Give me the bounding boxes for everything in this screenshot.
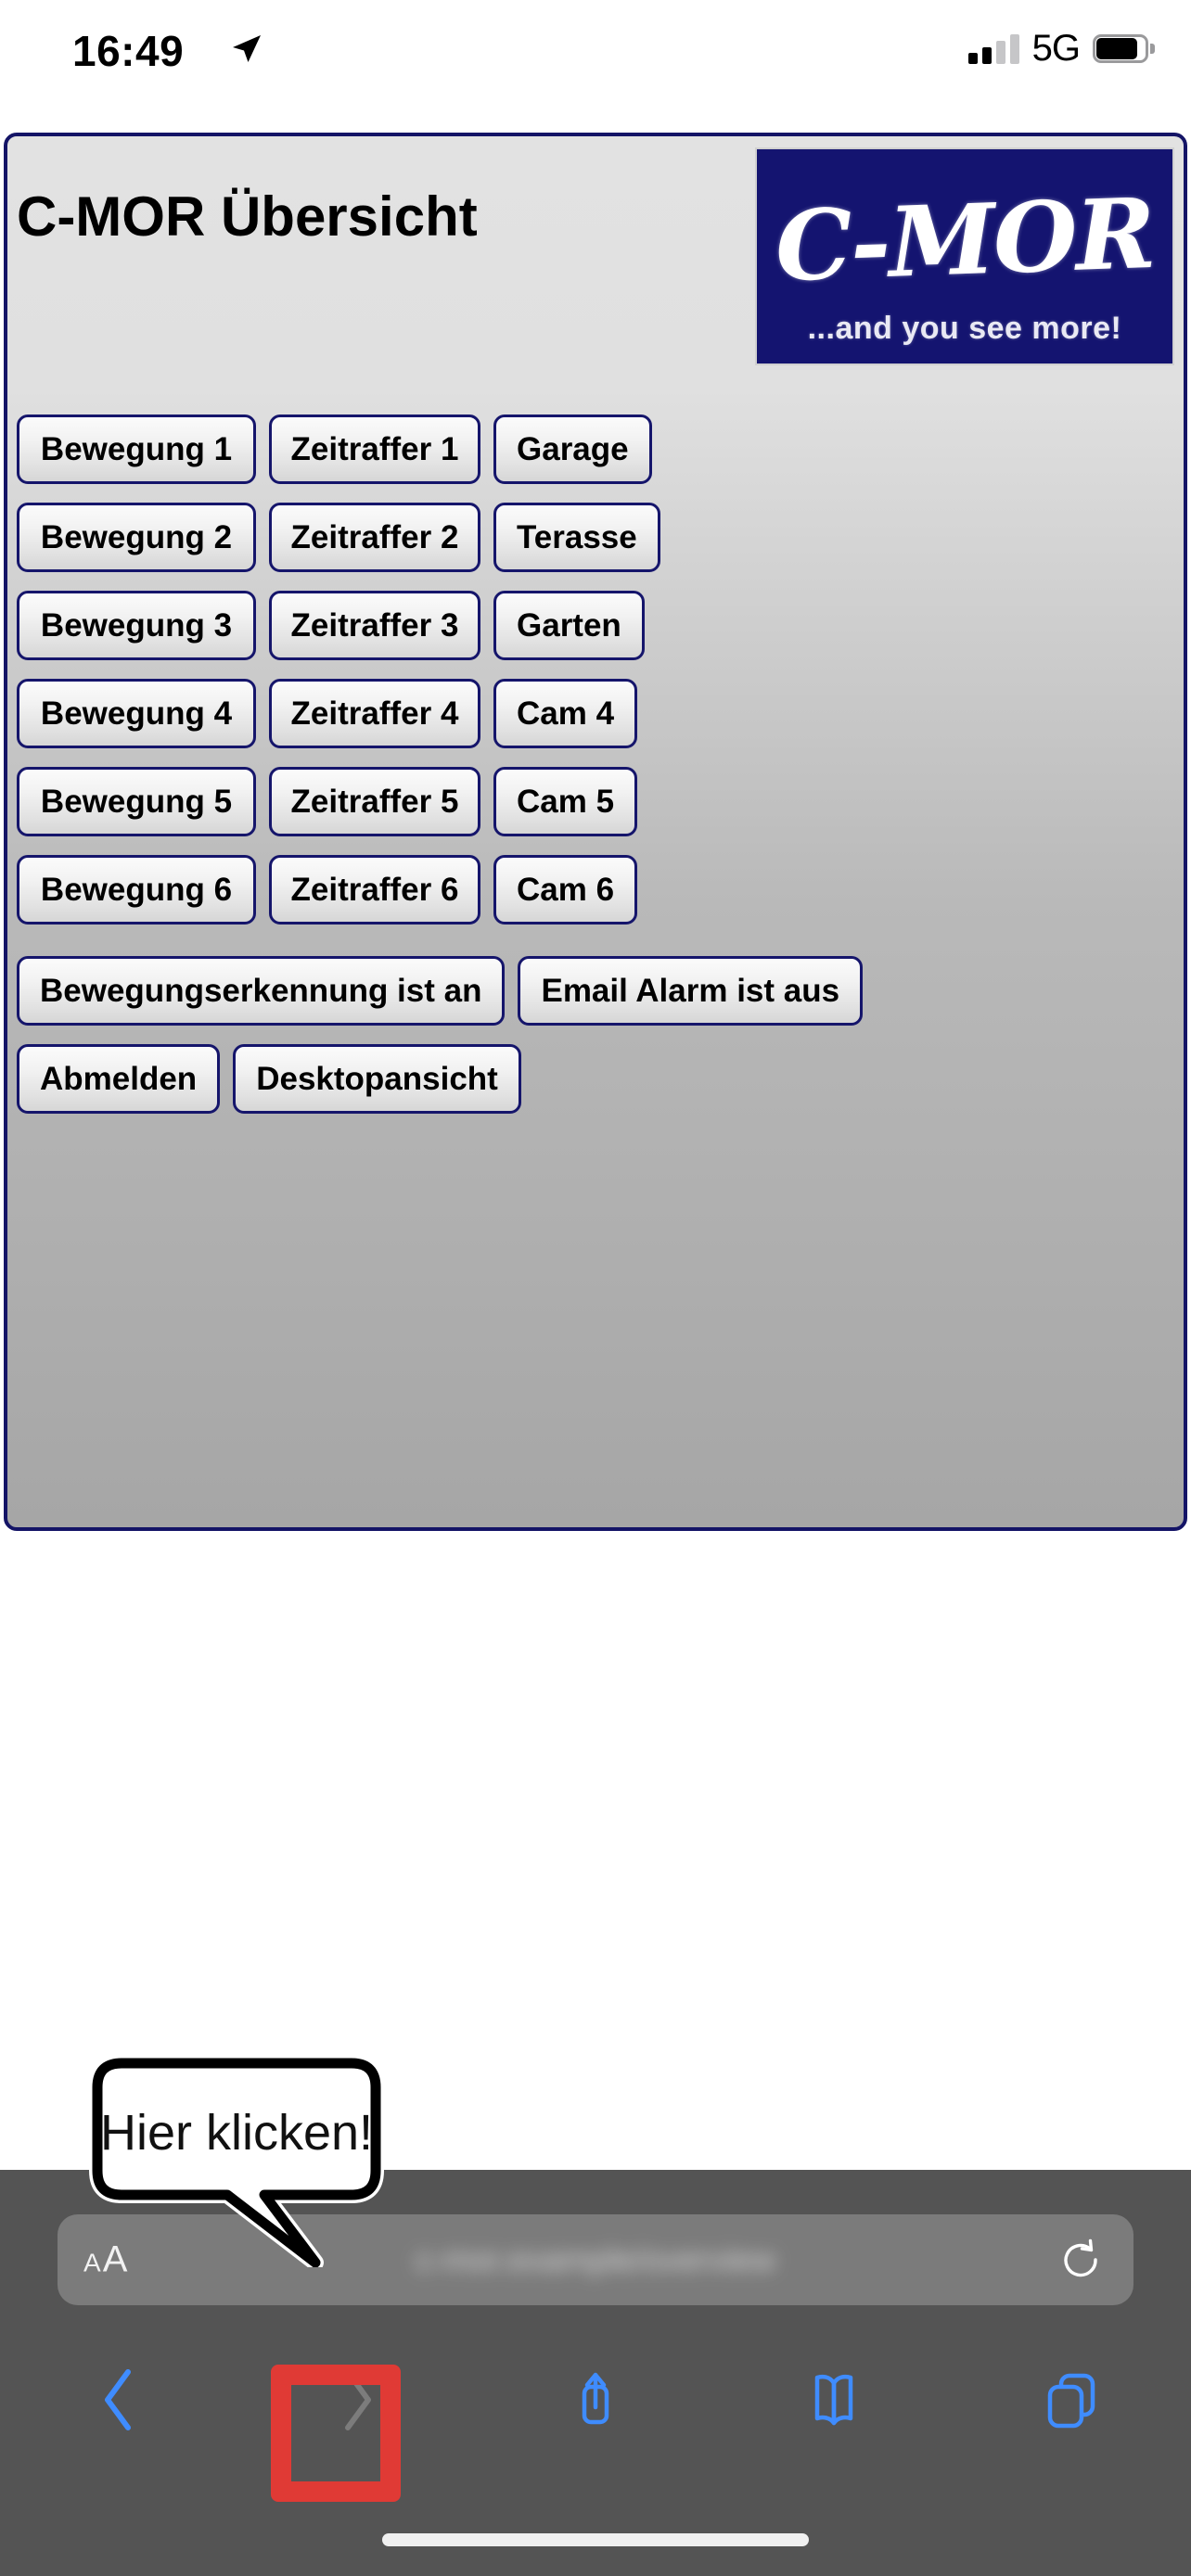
camera-row-1: Bewegung 1 Zeitraffer 1 Garage — [7, 414, 1184, 484]
timelapse-button-6[interactable]: Zeitraffer 6 — [269, 855, 480, 925]
email-alarm-toggle[interactable]: Email Alarm ist aus — [518, 956, 864, 1026]
instruction-callout: Hier klicken! — [89, 2055, 384, 2267]
desktop-view-button[interactable]: Desktopansicht — [233, 1044, 521, 1114]
camera-row-6: Bewegung 6 Zeitraffer 6 Cam 6 — [7, 855, 1184, 925]
tabs-icon — [1037, 2365, 1108, 2440]
timelapse-button-1[interactable]: Zeitraffer 1 — [269, 414, 480, 484]
motion-button-2[interactable]: Bewegung 2 — [17, 503, 256, 572]
bookmarks-button[interactable] — [714, 2332, 953, 2471]
camera-button-5[interactable]: Cam 5 — [493, 767, 638, 836]
callout-text: Hier klicken! — [99, 2105, 374, 2161]
battery-icon — [1093, 34, 1155, 63]
share-icon — [568, 2363, 623, 2442]
footer-button-row: Abmelden Desktopansicht — [7, 1044, 1184, 1114]
cmor-logo-wordmark: C-MOR — [773, 175, 1157, 304]
camera-button-4[interactable]: Cam 4 — [493, 679, 638, 748]
home-indicator — [382, 2533, 809, 2546]
camera-button-6[interactable]: Cam 6 — [493, 855, 638, 925]
back-button[interactable] — [0, 2332, 238, 2471]
camera-row-3: Bewegung 3 Zeitraffer 3 Garten — [7, 591, 1184, 660]
network-type-label: 5G — [1031, 28, 1081, 69]
camera-row-2: Bewegung 2 Zeitraffer 2 Terasse — [7, 503, 1184, 572]
share-button-highlight — [271, 2365, 401, 2502]
cmor-logo: C-MOR ...and you see more! — [755, 147, 1174, 365]
ios-status-bar: 16:49 5G — [0, 0, 1191, 133]
logout-button[interactable]: Abmelden — [17, 1044, 221, 1114]
timelapse-button-2[interactable]: Zeitraffer 2 — [269, 503, 480, 572]
timelapse-button-4[interactable]: Zeitraffer 4 — [269, 679, 480, 748]
cellular-signal-icon — [967, 33, 1019, 64]
bookmarks-icon — [799, 2365, 869, 2440]
cmor-logo-tagline: ...and you see more! — [807, 311, 1122, 346]
reload-icon[interactable] — [1059, 2238, 1102, 2281]
status-bar-right: 5G — [967, 28, 1155, 70]
back-chevron-icon — [98, 2366, 139, 2438]
camera-button-2[interactable]: Terasse — [493, 503, 660, 572]
tabs-button[interactable] — [953, 2332, 1191, 2471]
share-button[interactable] — [477, 2332, 715, 2471]
timelapse-button-3[interactable]: Zeitraffer 3 — [269, 591, 480, 660]
camera-row-5: Bewegung 5 Zeitraffer 5 Cam 5 — [7, 767, 1184, 836]
motion-button-1[interactable]: Bewegung 1 — [17, 414, 256, 484]
location-arrow-icon — [230, 33, 262, 65]
cmor-overview-page: C-MOR Übersicht C-MOR ...and you see mor… — [4, 133, 1187, 1531]
timelapse-button-5[interactable]: Zeitraffer 5 — [269, 767, 480, 836]
status-bar-time: 16:49 — [72, 27, 185, 75]
motion-button-5[interactable]: Bewegung 5 — [17, 767, 256, 836]
camera-button-3[interactable]: Garten — [493, 591, 645, 660]
camera-button-grid: Bewegung 1 Zeitraffer 1 Garage Bewegung … — [7, 414, 1184, 1132]
motion-button-3[interactable]: Bewegung 3 — [17, 591, 256, 660]
motion-button-6[interactable]: Bewegung 6 — [17, 855, 256, 925]
status-toggle-row: Bewegungserkennung ist an Email Alarm is… — [7, 956, 1184, 1026]
motion-detection-toggle[interactable]: Bewegungserkennung ist an — [17, 956, 506, 1026]
camera-button-1[interactable]: Garage — [493, 414, 652, 484]
motion-button-4[interactable]: Bewegung 4 — [17, 679, 256, 748]
safari-nav-buttons — [0, 2332, 1191, 2471]
page-title: C-MOR Übersicht — [17, 185, 478, 248]
camera-row-4: Bewegung 4 Zeitraffer 4 Cam 4 — [7, 679, 1184, 748]
